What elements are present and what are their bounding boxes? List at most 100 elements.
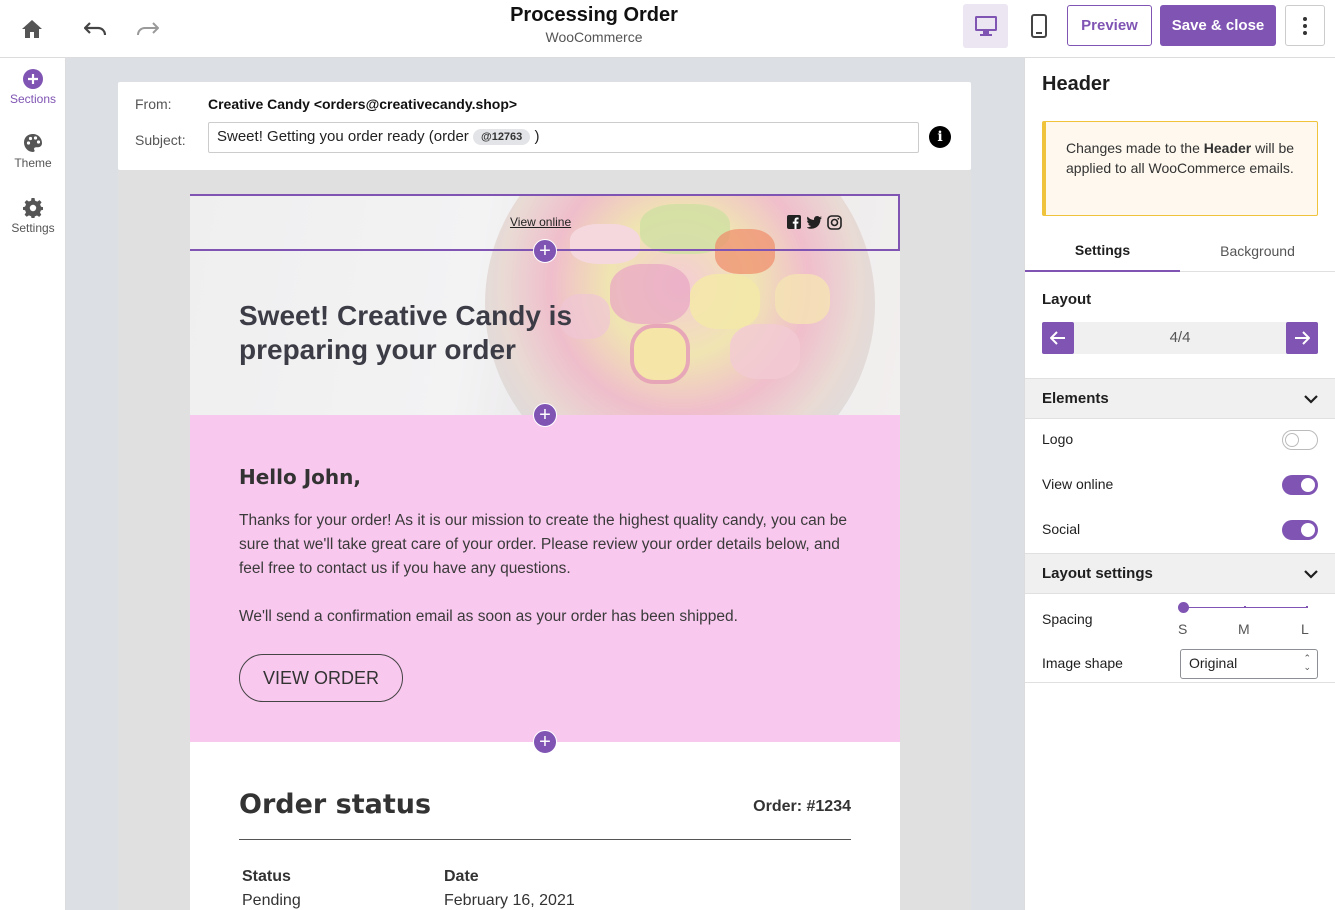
- email-meta: From: Creative Candy <orders@creativecan…: [118, 82, 971, 170]
- more-vertical-icon: [1303, 16, 1307, 35]
- palette-icon: [0, 132, 66, 154]
- panel-title: Header: [1042, 73, 1110, 95]
- tab-settings[interactable]: Settings: [1025, 230, 1180, 272]
- arrow-left-icon: [1050, 331, 1065, 345]
- add-section-button[interactable]: +: [533, 239, 557, 263]
- select-arrows-icon: ⌃ ⌄: [1303, 653, 1311, 672]
- save-close-button[interactable]: Save & close: [1160, 5, 1276, 46]
- slider-tick: [1244, 606, 1246, 608]
- header-notice: Changes made to the Header will be appli…: [1042, 121, 1318, 216]
- facebook-icon[interactable]: [786, 214, 802, 230]
- notice-bold: Header: [1203, 140, 1252, 156]
- order-number: Order: #1234: [753, 798, 851, 815]
- image-shape-select[interactable]: Original ⌃ ⌄: [1180, 649, 1318, 679]
- date-value: February 16, 2021: [444, 892, 575, 909]
- top-bar: Processing Order WooCommerce Preview Sav…: [0, 0, 1335, 58]
- spacing-label: Spacing: [1042, 611, 1093, 627]
- add-section-button[interactable]: +: [533, 403, 557, 427]
- email-preview-area: View online Sweet! Creative Candy is pre…: [118, 170, 971, 910]
- status-header: Status: [242, 868, 291, 885]
- layout-count: 4/4: [1169, 329, 1191, 346]
- sidebar-item-label: Theme: [14, 156, 52, 170]
- logo-label: Logo: [1042, 431, 1074, 447]
- add-section-button[interactable]: +: [533, 730, 557, 754]
- twitter-icon[interactable]: [806, 214, 822, 230]
- divider: [1025, 682, 1335, 683]
- hero-title[interactable]: Sweet! Creative Candy is preparing your …: [239, 299, 579, 367]
- order-status-heading[interactable]: Order status: [239, 789, 431, 820]
- view-order-button[interactable]: VIEW ORDER: [239, 654, 403, 702]
- order-status-section[interactable]: Order status Order: #1234 Status Pending…: [190, 742, 900, 910]
- candy-shape: [775, 274, 830, 324]
- sidebar-item-label: Sections: [9, 92, 57, 106]
- divider: [239, 839, 851, 840]
- layout-label: Layout: [1042, 291, 1092, 308]
- intro-section[interactable]: Hello John, Thanks for your order! As it…: [190, 415, 900, 742]
- instagram-icon[interactable]: [826, 214, 842, 230]
- spacing-option-m: M: [1238, 621, 1250, 637]
- desktop-icon: [974, 16, 997, 36]
- intro-paragraph[interactable]: Thanks for your order! As it is our miss…: [239, 509, 859, 581]
- shipping-paragraph[interactable]: We'll send a confirmation email as soon …: [239, 605, 859, 629]
- status-value: Pending: [242, 892, 301, 909]
- preview-button[interactable]: Preview: [1067, 5, 1152, 46]
- social-label: Social: [1042, 521, 1081, 537]
- gear-icon: [0, 197, 66, 219]
- page-subtitle: WooCommerce: [545, 29, 643, 45]
- elements-label: Elements: [1042, 390, 1109, 407]
- candy-shape: [730, 324, 800, 379]
- chevron-down-icon: [1304, 566, 1318, 584]
- subject-input[interactable]: Sweet! Getting you order ready (order @1…: [208, 122, 919, 153]
- more-options-button[interactable]: [1285, 5, 1325, 46]
- layout-prev-button[interactable]: [1042, 322, 1074, 354]
- image-shape-label: Image shape: [1042, 655, 1123, 671]
- view-online-label: View online: [1042, 476, 1114, 492]
- social-toggle[interactable]: [1282, 520, 1318, 540]
- spacing-slider-handle[interactable]: [1178, 602, 1189, 613]
- sidebar-item-label: Settings: [11, 221, 55, 235]
- sidebar-item-theme[interactable]: Theme: [0, 132, 66, 170]
- desktop-view-button[interactable]: [963, 4, 1008, 48]
- page-title: Processing Order: [510, 4, 678, 26]
- order-number-tag[interactable]: @12763: [472, 129, 531, 145]
- view-online-link[interactable]: View online: [510, 215, 571, 229]
- arrow-right-icon: [1295, 331, 1310, 345]
- from-label: From:: [135, 96, 172, 112]
- spacing-option-s: S: [1178, 621, 1188, 637]
- subject-label: Subject:: [135, 132, 186, 148]
- left-sidebar: Sections Theme Settings: [0, 58, 66, 910]
- tab-background[interactable]: Background: [1180, 230, 1335, 272]
- sidebar-item-sections[interactable]: Sections: [0, 68, 66, 106]
- layout-settings-label: Layout settings: [1042, 565, 1153, 582]
- logo-toggle[interactable]: [1282, 430, 1318, 450]
- from-value: Creative Candy <orders@creativecandy.sho…: [208, 96, 518, 112]
- document-title: Processing Order WooCommerce: [0, 4, 1188, 45]
- elements-section-header[interactable]: Elements: [1025, 378, 1335, 419]
- layout-settings-section-header[interactable]: Layout settings: [1025, 553, 1335, 594]
- layout-next-button[interactable]: [1286, 322, 1318, 354]
- chevron-down-icon: [1304, 391, 1318, 409]
- editor-canvas: From: Creative Candy <orders@creativecan…: [66, 58, 1024, 910]
- mobile-icon: [1030, 14, 1047, 38]
- subject-end: ): [534, 128, 540, 145]
- panel-tabs: Settings Background: [1025, 230, 1335, 272]
- layout-navigator: 4/4: [1042, 322, 1318, 354]
- sidebar-item-settings[interactable]: Settings: [0, 197, 66, 235]
- header-section[interactable]: View online Sweet! Creative Candy is pre…: [190, 194, 900, 415]
- date-header: Date: [444, 868, 479, 885]
- plus-circle-icon: [0, 68, 66, 90]
- image-shape-value: Original: [1189, 655, 1238, 671]
- info-icon[interactable]: i: [929, 126, 951, 148]
- subject-text: Sweet! Getting you order ready (order: [217, 128, 469, 145]
- social-links: [786, 214, 842, 230]
- slider-tick: [1306, 606, 1308, 608]
- candy-shape: [630, 324, 690, 384]
- view-online-toggle[interactable]: [1282, 475, 1318, 495]
- candy-shape: [690, 274, 760, 329]
- spacing-option-l: L: [1301, 621, 1309, 637]
- email-body: View online Sweet! Creative Candy is pre…: [190, 194, 900, 910]
- greeting-heading[interactable]: Hello John,: [239, 465, 361, 489]
- notice-text: Changes made to the: [1066, 140, 1204, 156]
- mobile-view-button[interactable]: [1016, 4, 1061, 48]
- settings-panel: Header Changes made to the Header will b…: [1024, 58, 1335, 910]
